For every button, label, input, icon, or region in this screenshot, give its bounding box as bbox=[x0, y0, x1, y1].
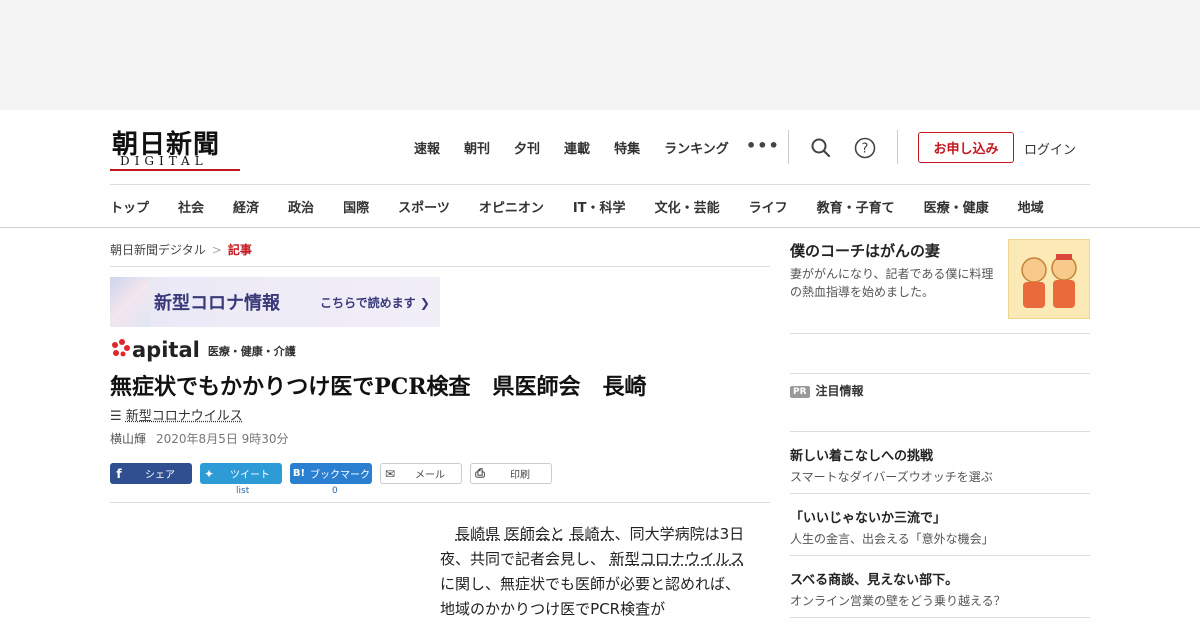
divider bbox=[790, 431, 1090, 432]
nav-rensai[interactable]: 連載 bbox=[564, 138, 590, 157]
link-nagasaki-univ[interactable]: 長崎大 bbox=[570, 525, 615, 543]
nav-ranking[interactable]: ランキング bbox=[664, 138, 729, 157]
category-nav: トップ 社会 経済 政治 国際 スポーツ オピニオン IT・科学 文化・芸能 ラ… bbox=[110, 197, 1044, 216]
apital-section[interactable]: apital 医療・健康・介護 bbox=[110, 338, 296, 362]
breadcrumb-current: 記事 bbox=[227, 243, 252, 257]
link-nagasaki-pref[interactable]: 長崎県 bbox=[455, 525, 500, 543]
cat-education[interactable]: 教育・子育て bbox=[817, 197, 895, 216]
hatena-bookmark-label: ブックマーク bbox=[310, 470, 370, 481]
help-icon[interactable]: ? bbox=[853, 136, 877, 160]
divider bbox=[110, 502, 770, 503]
author-name: 横山輝 bbox=[110, 432, 147, 446]
print-icon: ⎙ bbox=[475, 466, 485, 480]
nav-tokushu[interactable]: 特集 bbox=[614, 138, 640, 157]
cat-economy[interactable]: 経済 bbox=[233, 197, 259, 216]
byline: 横山輝 2020年8月5日 9時30分 bbox=[110, 430, 289, 447]
cat-opinion[interactable]: オピニオン bbox=[479, 197, 544, 216]
cat-it-science[interactable]: IT・科学 bbox=[573, 197, 626, 216]
topic-link[interactable]: ☰ 新型コロナウイルス bbox=[110, 405, 243, 424]
mail-icon: ✉ bbox=[384, 466, 396, 481]
subscribe-button[interactable]: お申し込み bbox=[918, 132, 1014, 163]
top-nav: 速報 朝刊 夕刊 連載 特集 ランキング bbox=[414, 138, 753, 157]
banner-title: 新型コロナ情報 bbox=[154, 293, 280, 314]
pr-item-title[interactable]: 「いいじゃないか三流で」 bbox=[790, 507, 946, 526]
print-button[interactable]: ⎙ 印刷 bbox=[470, 463, 552, 484]
breadcrumb: 朝日新聞デジタル > 記事 bbox=[110, 241, 252, 258]
sidebar: 僕のコーチはがんの妻 妻ががんになり、記者である僕に料理の熱血指導を始めました。… bbox=[790, 228, 1090, 630]
pr-heading: PR 注目情報 bbox=[790, 382, 864, 399]
feature-thumbnail[interactable] bbox=[1008, 239, 1090, 319]
cat-international[interactable]: 国際 bbox=[343, 197, 369, 216]
cat-politics[interactable]: 政治 bbox=[288, 197, 314, 216]
pr-item-sub: 人生の金言、出会える「意外な機会」 bbox=[790, 532, 994, 546]
banner-decoration bbox=[110, 277, 150, 327]
facebook-share-label: シェア bbox=[145, 470, 175, 481]
topic-label: 新型コロナウイルス bbox=[125, 409, 243, 424]
twitter-count[interactable]: list bbox=[236, 486, 249, 496]
facebook-share-button[interactable]: f シェア bbox=[110, 463, 192, 484]
body-text-2: に関し、無症状でも医師が必要と認めれば、地域のかかりつけ医でPCR検査が bbox=[440, 575, 741, 618]
site-header: 朝日新聞 DIGITAL 速報 朝刊 夕刊 連載 特集 ランキング ••• ? … bbox=[0, 110, 1200, 228]
list-icon: ☰ bbox=[110, 409, 122, 424]
breadcrumb-separator: > bbox=[211, 243, 222, 257]
header-divider-2 bbox=[897, 130, 898, 164]
divider bbox=[790, 493, 1090, 494]
divider bbox=[790, 617, 1090, 618]
pr-heading-label: 注目情報 bbox=[815, 384, 864, 398]
logo-underline bbox=[110, 169, 240, 171]
divider bbox=[790, 333, 1090, 334]
facebook-icon: f bbox=[116, 466, 122, 481]
twitter-icon: ✦ bbox=[203, 466, 215, 481]
nav-sokuho[interactable]: 速報 bbox=[414, 138, 440, 157]
feature-title[interactable]: 僕のコーチはがんの妻 bbox=[790, 240, 940, 261]
nav-divider bbox=[110, 184, 1090, 185]
nav-yuukan[interactable]: 夕刊 bbox=[514, 138, 540, 157]
nav-choukan[interactable]: 朝刊 bbox=[464, 138, 490, 157]
feature-description: 妻ががんになり、記者である僕に料理の熱血指導を始めました。 bbox=[790, 267, 994, 299]
apital-logo: apital bbox=[132, 338, 200, 362]
divider bbox=[790, 555, 1090, 556]
apital-dots-icon bbox=[112, 339, 130, 357]
breadcrumb-home[interactable]: 朝日新聞デジタル bbox=[110, 243, 206, 257]
link-ishikai[interactable]: 医師会と bbox=[505, 525, 565, 543]
mail-share-button[interactable]: ✉ メール bbox=[380, 463, 462, 484]
pr-badge: PR bbox=[790, 385, 810, 398]
mail-share-label: メール bbox=[415, 470, 445, 481]
publish-date: 2020年8月5日 9時30分 bbox=[156, 432, 289, 446]
cat-top[interactable]: トップ bbox=[110, 197, 149, 216]
cat-region[interactable]: 地域 bbox=[1018, 197, 1044, 216]
divider bbox=[110, 266, 770, 267]
search-icon[interactable] bbox=[809, 136, 833, 160]
ad-banner-area bbox=[0, 0, 1200, 110]
hatena-count[interactable]: 0 bbox=[332, 486, 338, 496]
cat-health[interactable]: 医療・健康 bbox=[924, 197, 989, 216]
svg-text:?: ? bbox=[862, 142, 869, 157]
article-main: 朝日新聞デジタル > 記事 新型コロナ情報 こちらで読めます ❯ apital 医療… bbox=[110, 228, 770, 630]
apital-tag: 医療・健康・介護 bbox=[207, 345, 296, 358]
article-headline: 無症状でもかかりつけ医でPCR検査 県医師会 長崎 bbox=[110, 374, 647, 400]
cat-culture[interactable]: 文化・芸能 bbox=[655, 197, 720, 216]
pr-item-title[interactable]: スベる商談、見えない部下。 bbox=[790, 569, 958, 588]
header-divider bbox=[788, 130, 789, 164]
pr-item-sub: スマートなダイバーズウオッチを選ぶ bbox=[790, 470, 993, 484]
hatena-bookmark-button[interactable]: B! ブックマーク bbox=[290, 463, 372, 484]
print-label: 印刷 bbox=[510, 470, 530, 481]
banner-link-text: こちらで読めます ❯ bbox=[320, 296, 430, 310]
article-body: 長崎県 医師会と 長崎大、同大学病院は3日夜、共同で記者会見し、 新型コロナウイ… bbox=[440, 522, 752, 622]
hatena-icon: B! bbox=[292, 468, 306, 479]
cat-society[interactable]: 社会 bbox=[178, 197, 204, 216]
link-covid[interactable]: 新型コロナウイルス bbox=[610, 550, 745, 568]
divider bbox=[790, 373, 1090, 374]
logo-subtitle: DIGITAL bbox=[120, 154, 208, 168]
more-menu-icon[interactable]: ••• bbox=[746, 136, 780, 155]
twitter-share-button[interactable]: ✦ ツイート bbox=[200, 463, 282, 484]
login-link[interactable]: ログイン bbox=[1024, 139, 1076, 158]
pr-item-sub: オンライン営業の壁をどう乗り越える？ bbox=[790, 594, 1006, 608]
corona-info-banner[interactable]: 新型コロナ情報 こちらで読めます ❯ bbox=[110, 277, 440, 327]
pr-item-title[interactable]: 新しい着こなしへの挑戦 bbox=[790, 445, 933, 464]
cat-life[interactable]: ライフ bbox=[749, 197, 788, 216]
twitter-share-label: ツイート bbox=[230, 470, 270, 481]
site-logo[interactable]: 朝日新聞 DIGITAL bbox=[110, 124, 242, 171]
cat-sports[interactable]: スポーツ bbox=[398, 197, 450, 216]
